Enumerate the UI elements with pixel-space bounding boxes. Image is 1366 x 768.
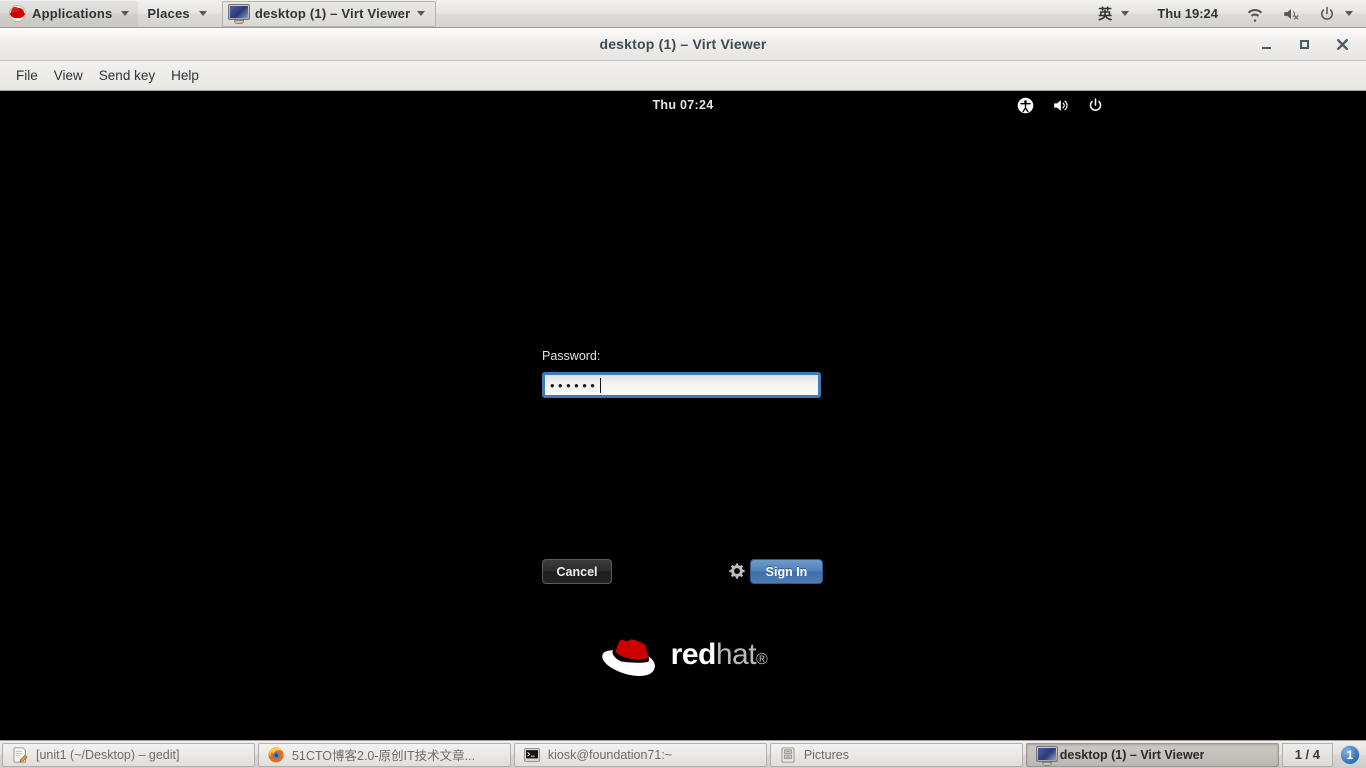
taskbar-item-label: Pictures bbox=[803, 747, 849, 762]
input-method-label: 英 bbox=[1098, 6, 1113, 23]
monitor-icon bbox=[1035, 745, 1058, 766]
power-button[interactable] bbox=[1087, 97, 1104, 114]
redhat-wordmark: redhat® bbox=[671, 638, 768, 672]
gdm-top-bar: Thu 07:24 bbox=[0, 91, 1366, 119]
taskbar-item-virt-viewer[interactable]: desktop (1) – Virt Viewer bbox=[1025, 742, 1279, 767]
close-button[interactable] bbox=[1334, 37, 1350, 53]
wifi-icon bbox=[1247, 8, 1263, 22]
viewer-menubar: File View Send key Help bbox=[0, 61, 1366, 91]
menu-file[interactable]: File bbox=[8, 64, 46, 87]
sign-in-button[interactable]: Sign In bbox=[750, 559, 823, 584]
window-controls bbox=[1258, 28, 1358, 61]
redhat-logo-icon bbox=[601, 639, 655, 676]
monitor-icon bbox=[227, 3, 251, 24]
login-prompt: Password: •••••• bbox=[542, 349, 832, 398]
redhat-icon bbox=[9, 5, 26, 22]
maximize-button[interactable] bbox=[1296, 37, 1312, 53]
firefox-icon bbox=[268, 747, 284, 762]
volume-status[interactable] bbox=[1273, 1, 1309, 27]
session-options-gear-icon bbox=[729, 563, 745, 579]
redhat-word-hat: hat bbox=[715, 638, 757, 671]
panel-window-menu-button[interactable]: desktop (1) – Virt Viewer bbox=[221, 0, 437, 27]
taskbar-item-firefox[interactable]: 51CTO博客2.0-原创IT技术文章... bbox=[257, 742, 511, 767]
window-list-taskbar: [unit1 (~/Desktop) – gedit] 51CTO博客2.0-原… bbox=[0, 740, 1366, 768]
redhat-word-red: red bbox=[670, 638, 717, 671]
network-status[interactable] bbox=[1237, 1, 1273, 27]
volume-muted-icon bbox=[1284, 8, 1299, 20]
cancel-button[interactable]: Cancel bbox=[542, 559, 612, 584]
minimize-button[interactable] bbox=[1258, 37, 1274, 53]
password-input[interactable]: •••••• bbox=[542, 372, 821, 398]
session-options-button[interactable] bbox=[728, 562, 746, 580]
close-icon bbox=[1336, 38, 1348, 51]
chevron-down-icon bbox=[1345, 11, 1353, 16]
login-button-row: Cancel Sign In bbox=[542, 559, 832, 585]
guest-display[interactable]: Thu 07:24 Password: •••••• Cancel Sign I… bbox=[0, 91, 1366, 739]
places-menu[interactable]: Places bbox=[138, 1, 215, 27]
password-label: Password: bbox=[542, 349, 601, 363]
accessibility-button[interactable] bbox=[1017, 97, 1034, 114]
gdm-status-icons bbox=[1017, 91, 1104, 119]
gdm-clock-label: Thu 07:24 bbox=[652, 98, 714, 112]
panel-clock[interactable]: Thu 19:24 bbox=[1138, 1, 1237, 27]
chevron-down-icon bbox=[417, 11, 426, 16]
chevron-down-icon bbox=[121, 11, 130, 16]
applications-menu-label: Applications bbox=[32, 6, 113, 21]
notification-badge[interactable]: 1 bbox=[1339, 744, 1360, 765]
taskbar-item-label: [unit1 (~/Desktop) – gedit] bbox=[36, 747, 180, 762]
window-titlebar: desktop (1) – Virt Viewer bbox=[0, 28, 1366, 61]
workspace-switcher[interactable]: 1 / 4 bbox=[1281, 742, 1333, 767]
menu-view[interactable]: View bbox=[46, 64, 91, 87]
window-title: desktop (1) – Virt Viewer bbox=[599, 36, 767, 52]
power-menu[interactable] bbox=[1309, 1, 1362, 27]
taskbar-item-terminal[interactable]: kiosk@foundation71:~ bbox=[513, 742, 767, 767]
menu-send-key[interactable]: Send key bbox=[91, 64, 163, 87]
panel-window-menu-label: desktop (1) – Virt Viewer bbox=[254, 6, 411, 21]
taskbar-item-label: kiosk@foundation71:~ bbox=[547, 747, 673, 762]
volume-icon bbox=[1054, 99, 1068, 111]
taskbar-item-pictures[interactable]: Pictures bbox=[769, 742, 1023, 767]
gedit-icon bbox=[13, 746, 28, 763]
places-menu-label: Places bbox=[147, 6, 190, 21]
chevron-down-icon bbox=[198, 11, 207, 16]
password-masked-value: •••••• bbox=[550, 377, 599, 393]
applications-menu[interactable]: Applications bbox=[0, 0, 139, 27]
terminal-icon bbox=[524, 747, 540, 762]
power-icon bbox=[1089, 97, 1102, 111]
input-method-indicator[interactable]: 英 bbox=[1089, 1, 1138, 27]
accessibility-icon bbox=[1017, 97, 1034, 113]
volume-button[interactable] bbox=[1052, 97, 1069, 114]
power-icon bbox=[1321, 6, 1333, 20]
taskbar-item-gedit[interactable]: [unit1 (~/Desktop) – gedit] bbox=[2, 742, 255, 767]
panel-clock-label: Thu 19:24 bbox=[1157, 6, 1218, 21]
menu-help[interactable]: Help bbox=[163, 64, 207, 87]
gnome-top-panel: Applications Places desktop (1) – Virt V… bbox=[0, 0, 1366, 28]
taskbar-item-label: desktop (1) – Virt Viewer bbox=[1059, 747, 1205, 762]
file-manager-icon bbox=[781, 746, 795, 763]
text-caret bbox=[600, 377, 602, 393]
redhat-branding: redhat® bbox=[0, 631, 1366, 679]
virt-viewer-window: desktop (1) – Virt Viewer File View Send… bbox=[0, 28, 1366, 740]
redhat-trademark: ® bbox=[756, 651, 768, 668]
taskbar-item-label: 51CTO博客2.0-原创IT技术文章... bbox=[291, 749, 476, 763]
chevron-down-icon bbox=[1121, 11, 1130, 16]
